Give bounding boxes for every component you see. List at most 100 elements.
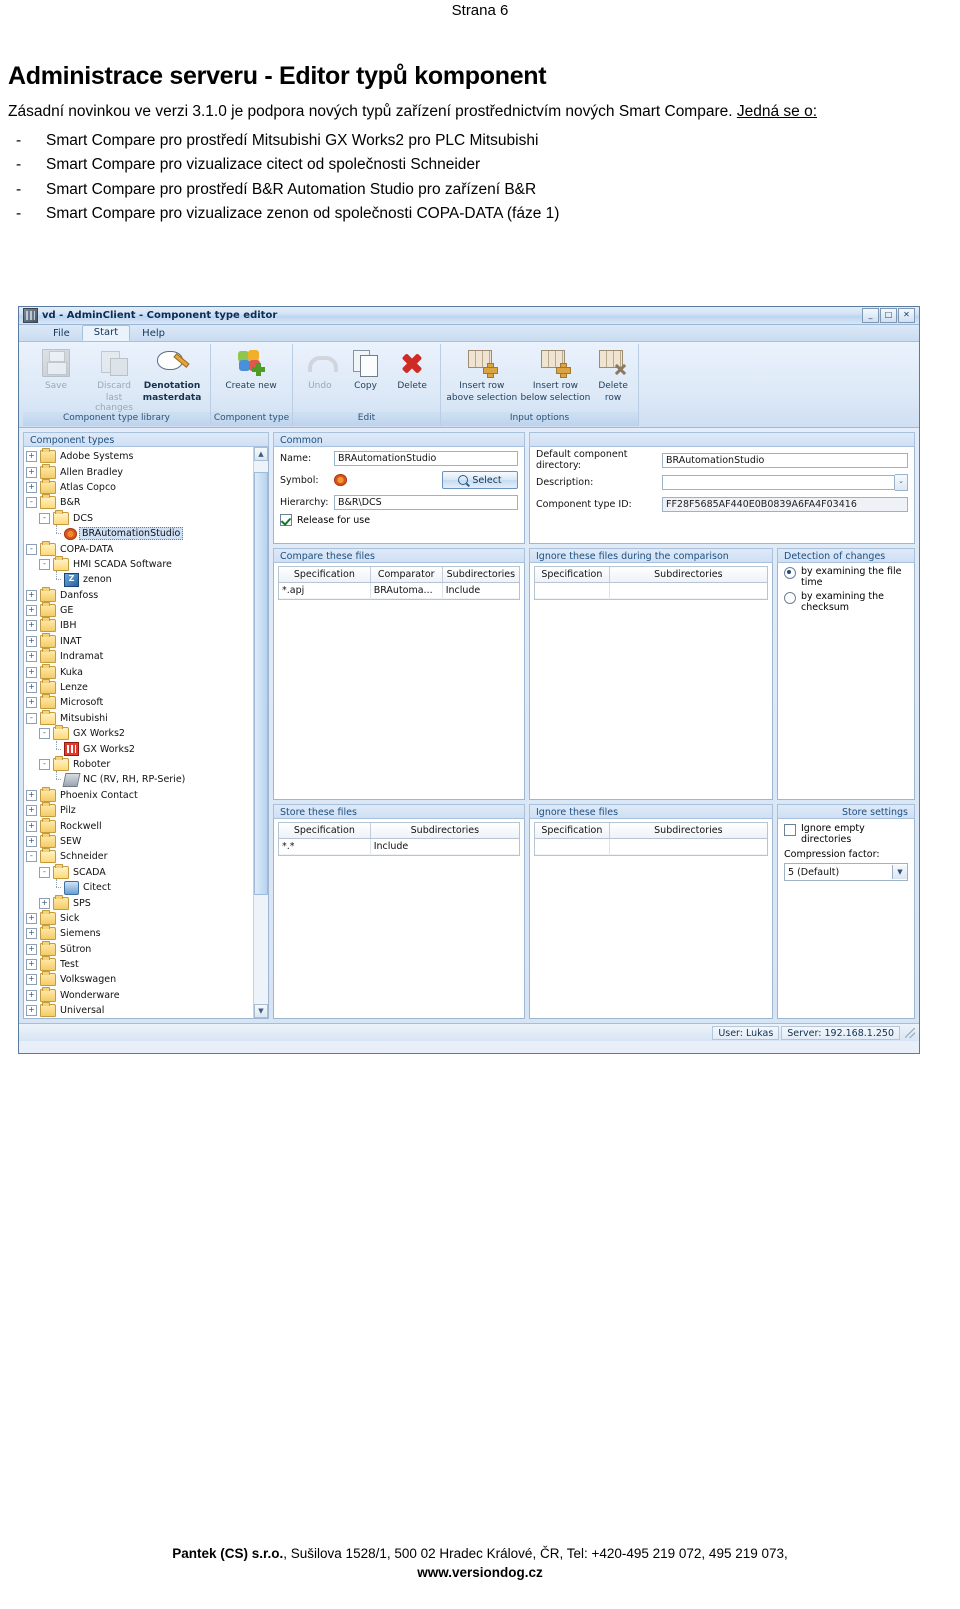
tree-node[interactable]: + Volkswagen [26, 971, 253, 987]
tree-expander-icon[interactable]: - [26, 543, 37, 555]
scrollbar-thumb[interactable] [254, 471, 268, 896]
tree-scrollbar[interactable]: ▲ ▼ [253, 447, 268, 1018]
discard-last-changes-button[interactable]: Discard last changes [85, 344, 143, 413]
tree-expander-icon[interactable]: + [26, 697, 37, 709]
tree-expander-icon[interactable]: + [26, 943, 37, 955]
tab-help[interactable]: Help [130, 326, 177, 341]
tree-node[interactable]: + SPS [26, 894, 253, 910]
tree-expander-icon[interactable]: + [26, 605, 37, 617]
tree-node[interactable]: - DCS [26, 509, 253, 526]
table-row[interactable]: *.apj BRAutoma... Include [279, 582, 519, 599]
tab-file[interactable]: File [41, 326, 82, 341]
tree-expander-icon[interactable]: - [39, 728, 50, 740]
tree-node[interactable]: + Lenze [26, 679, 253, 695]
tree-node[interactable]: + Phoenix Contact [26, 786, 253, 803]
tree-node[interactable]: - Roboter [26, 756, 253, 772]
name-input[interactable]: BRAutomationStudio [334, 450, 518, 466]
tree-expander-icon[interactable]: + [26, 635, 37, 647]
tree-node[interactable]: - SCADA [26, 863, 253, 880]
tree-expander-icon[interactable]: + [26, 589, 37, 601]
tree-expander-icon[interactable]: + [26, 789, 37, 801]
tree-node[interactable]: - HMI SCADA Software [26, 555, 253, 572]
detection-option-file-time[interactable]: by examining the file time [778, 563, 914, 588]
detection-option-checksum[interactable]: by examining the checksum [778, 588, 914, 613]
tree-node[interactable]: + GE [26, 602, 253, 618]
tree-node[interactable]: + Allen Bradley [26, 463, 253, 479]
create-new-button[interactable]: Create new [215, 344, 287, 391]
default-directory-input[interactable]: BRAutomationStudio [662, 452, 908, 468]
cell-specification[interactable]: *.apj [279, 582, 371, 599]
delete-row-button[interactable]: Delete row [592, 344, 634, 403]
tab-start[interactable]: Start [81, 325, 131, 341]
tree-expander-icon[interactable]: - [39, 558, 50, 570]
cell-specification[interactable] [535, 582, 610, 599]
tree-node[interactable]: + SEW [26, 832, 253, 849]
cell-subdirectories[interactable]: Include [442, 582, 519, 599]
radio-checksum-icon[interactable] [784, 592, 796, 604]
cell-specification[interactable]: *.* [279, 838, 371, 855]
tree-expander-icon[interactable]: + [26, 805, 37, 817]
cell-subdirectories[interactable] [609, 838, 767, 855]
description-expand-icon[interactable]: ⌄ [895, 473, 908, 491]
tree-expander-icon[interactable]: + [26, 959, 37, 971]
tree-node[interactable]: + Atlas Copco [26, 478, 253, 495]
release-row[interactable]: Release for use [274, 513, 524, 526]
tree-node[interactable]: + Danfoss [26, 586, 253, 603]
tree-node[interactable]: + IBH [26, 617, 253, 633]
resize-grip-icon[interactable] [903, 1026, 917, 1040]
tree-expander-icon[interactable]: + [26, 666, 37, 678]
tree-node[interactable]: BRAutomationStudio [26, 525, 253, 541]
maximize-icon[interactable]: □ [880, 308, 897, 323]
tree-expander-icon[interactable]: + [26, 620, 37, 632]
compression-factor-select[interactable]: 5 (Default) ▼ [784, 863, 908, 881]
tree-node[interactable]: + Sick [26, 909, 253, 926]
tree-node[interactable]: + Test [26, 956, 253, 972]
ignore-compare-table[interactable]: Specification Subdirectories [535, 567, 767, 599]
tree-node[interactable]: + Pilz [26, 802, 253, 818]
close-icon[interactable]: ✕ [898, 308, 915, 323]
tree-node[interactable]: NC (RV, RH, RP-Serie) [26, 771, 253, 787]
tree-expander-icon[interactable]: + [26, 1005, 37, 1017]
tree-expander-icon[interactable]: - [39, 759, 50, 770]
copy-button[interactable]: Copy [343, 344, 389, 391]
denotation-masterdata-button[interactable]: Denotation masterdata [143, 344, 201, 403]
tree-node[interactable]: + Indramat [26, 648, 253, 664]
chevron-down-icon[interactable]: ▼ [892, 865, 907, 879]
minimize-icon[interactable]: _ [862, 308, 879, 323]
description-input[interactable] [662, 474, 895, 490]
tree-expander-icon[interactable]: + [26, 820, 37, 832]
tree-node[interactable]: + Siemens [26, 925, 253, 941]
tree-expander-icon[interactable]: + [26, 989, 37, 1001]
tree-expander-icon[interactable]: + [26, 928, 37, 940]
tree-expander-icon[interactable]: + [26, 451, 37, 463]
table-row[interactable] [535, 838, 767, 855]
tree-expander-icon[interactable]: + [26, 682, 37, 694]
tree-expander-icon[interactable]: - [39, 512, 50, 524]
insert-row-below-button[interactable]: Insert row below selection [519, 344, 593, 403]
tree-expander-icon[interactable]: + [26, 974, 37, 986]
undo-button[interactable]: Undo [297, 344, 343, 391]
tree-expander-icon[interactable]: + [26, 835, 37, 847]
tree-node[interactable]: + Kuka [26, 663, 253, 679]
tree-expander-icon[interactable]: - [39, 866, 50, 878]
cell-subdirectories[interactable]: Include [370, 838, 519, 855]
tree-node[interactable]: + Adobe Systems [26, 448, 253, 464]
scrollbar-track[interactable] [254, 461, 268, 1004]
radio-file-time-icon[interactable] [784, 567, 796, 579]
tree-node[interactable]: - B&R [26, 494, 253, 510]
tree-expander-icon[interactable]: + [26, 651, 37, 663]
tree-node[interactable]: - GX Works2 [26, 725, 253, 741]
ignore-store-table[interactable]: Specification Subdirectories [535, 823, 767, 855]
tree-node[interactable]: Zzenon [26, 571, 253, 587]
tree-scroll-area[interactable]: + Adobe Systems + Allen Bradley + Atlas Copco… [24, 447, 253, 1018]
scroll-down-icon[interactable]: ▼ [254, 1004, 268, 1018]
cell-specification[interactable] [535, 838, 610, 855]
tree-node[interactable]: + Rockwell [26, 817, 253, 833]
tree-expander-icon[interactable]: - [26, 712, 37, 724]
release-checkbox[interactable] [280, 514, 292, 526]
tree-node[interactable]: - Mitsubishi [26, 709, 253, 726]
tree-expander-icon[interactable]: + [26, 481, 37, 493]
tree-node[interactable]: - COPA-DATA [26, 540, 253, 556]
tree-node[interactable]: + Sütron [26, 940, 253, 957]
store-files-table[interactable]: Specification Subdirectories *.* Include [279, 823, 519, 855]
